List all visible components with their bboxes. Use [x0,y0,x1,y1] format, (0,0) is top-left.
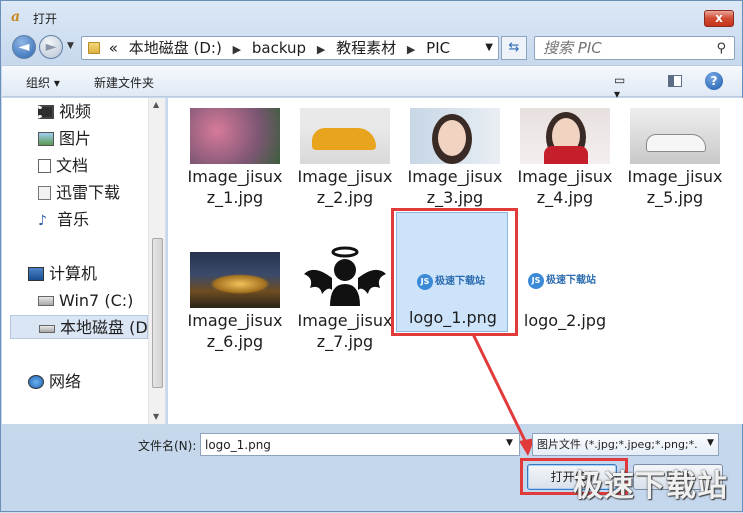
app-icon: a [11,9,21,25]
file-name: Image_jisux z_2.jpg [297,167,393,207]
file-item[interactable]: Image_jisux z_7.jpg [292,244,398,374]
help-icon[interactable]: ? [705,72,723,90]
sidebar-item-music[interactable]: ♪ 音乐 [38,208,89,232]
file-item[interactable]: Image_jisux z_5.jpg [622,100,728,230]
address-bar[interactable]: « 本地磁盘 (D:) ▶ backup ▶ 教程素材 ▶ PIC ▼ [81,36,499,60]
file-name: Image_jisux z_5.jpg [627,167,723,207]
sidebar-item-drive-c[interactable]: Win7 (C:) [38,289,133,313]
image-thumbnail [190,108,280,164]
breadcrumb-backup[interactable]: backup [252,39,306,57]
file-name: Image_jisux z_1.jpg [187,167,283,207]
file-item[interactable]: Image_jisux z_1.jpg [182,100,288,230]
sidebar-item-pictures[interactable]: 图片 [38,127,91,151]
file-type-dropdown-icon[interactable]: ▼ [707,438,714,448]
file-name: Image_jisux z_3.jpg [407,167,503,207]
sidebar-item-documents[interactable]: 文档 [38,154,88,178]
site-watermark: 极速下载站 [573,469,728,504]
search-input[interactable] [534,36,735,60]
face-shape [438,120,466,156]
navigation-pane: 视频 图片 文档 迅雷下载 ♪ 音乐 计算机 Win7 (C:) 本地磁盘 (D:… [2,98,166,424]
car-shape [646,134,706,152]
dress-shape [544,146,588,164]
toolbar: 组织 ▾ 新建文件夹 ▭ ▾ ? [2,65,742,101]
breadcrumb-pic[interactable]: PIC [426,39,450,57]
forward-button[interactable]: ► [39,35,63,59]
scrollbar-thumb[interactable] [152,238,163,388]
car-shape [312,128,376,150]
angel-icon [304,246,386,306]
preview-pane-icon[interactable] [668,75,682,87]
image-thumbnail [190,252,280,308]
file-type-select[interactable]: 图片文件 (*.jpg;*.jpeg;*.png;*. [532,433,719,456]
sidebar-item-downloads[interactable]: 迅雷下载 [38,181,120,205]
address-prefix[interactable]: « [109,39,118,57]
scroll-up-icon[interactable]: ▲ [153,100,159,109]
sidebar-scrollbar[interactable]: ▲ ▼ [148,98,165,424]
file-name: Image_jisux z_7.jpg [297,311,393,351]
sidebar-item-computer[interactable]: 计算机 [28,262,97,286]
file-item[interactable]: 极速下载站 logo_2.jpg [512,244,618,374]
image-thumbnail [630,108,720,164]
sidebar-item-drive-d[interactable]: 本地磁盘 (D: [10,315,153,339]
file-name: logo_2.jpg [523,311,607,330]
back-button[interactable]: ◄ [12,35,36,59]
image-thumbnail [520,108,610,164]
refresh-button[interactable]: ⇆ [501,36,527,60]
folder-icon [88,42,100,54]
recent-pages-dropdown[interactable]: ▼ [67,41,74,51]
document-icon [38,159,51,173]
breadcrumb-separator-icon[interactable]: ▶ [233,43,241,56]
city-lights [210,274,270,294]
drive-icon [39,325,55,333]
breadcrumb-drive[interactable]: 本地磁盘 (D:) [129,39,222,57]
scroll-down-icon[interactable]: ▼ [153,412,159,421]
download-icon [38,186,51,200]
image-thumbnail [410,108,500,164]
new-folder-button[interactable]: 新建文件夹 [94,74,154,91]
search-icon[interactable]: ⚲ [716,41,726,56]
sidebar-item-videos[interactable]: 视频 [38,100,91,124]
open-file-dialog: a 打开 x ◄ ► ▼ « 本地磁盘 (D:) ▶ backup ▶ 教程素材… [0,0,743,512]
image-thumbnail: 极速下载站 [520,252,610,308]
drive-icon [38,296,54,306]
title-bar: a 打开 x [1,1,742,33]
file-name: Image_jisux z_6.jpg [187,311,283,351]
filename-input[interactable] [200,433,520,456]
window-title: 打开 [33,12,58,26]
navigation-bar: ◄ ► ▼ « 本地磁盘 (D:) ▶ backup ▶ 教程素材 ▶ PIC … [1,33,742,63]
close-button[interactable]: x [704,10,734,27]
network-icon [28,375,44,389]
address-dropdown-icon[interactable]: ▼ [485,37,493,59]
video-icon [38,105,54,119]
music-icon: ♪ [38,213,47,229]
logo-watermark: 极速下载站 [526,270,606,292]
sidebar-item-network[interactable]: 网络 [28,370,81,394]
highlight-box-selected-file [391,208,518,336]
change-view-icon[interactable]: ▭ ▾ [614,73,634,101]
breadcrumb-tutorial[interactable]: 教程素材 [336,39,396,57]
organize-menu[interactable]: 组织 ▾ [26,74,60,91]
file-name: Image_jisux z_4.jpg [517,167,613,207]
image-thumbnail [300,244,390,308]
filename-label: 文件名(N): [138,439,197,453]
file-item[interactable]: Image_jisux z_2.jpg [292,100,398,230]
computer-icon [28,267,44,281]
filename-dropdown-icon[interactable]: ▼ [506,438,513,448]
breadcrumb-separator-icon[interactable]: ▶ [317,43,325,56]
image-thumbnail [300,108,390,164]
picture-icon [38,132,54,146]
breadcrumb-separator-icon[interactable]: ▶ [407,43,415,56]
file-item[interactable]: Image_jisux z_4.jpg [512,100,618,230]
file-item[interactable]: Image_jisux z_6.jpg [182,244,288,374]
